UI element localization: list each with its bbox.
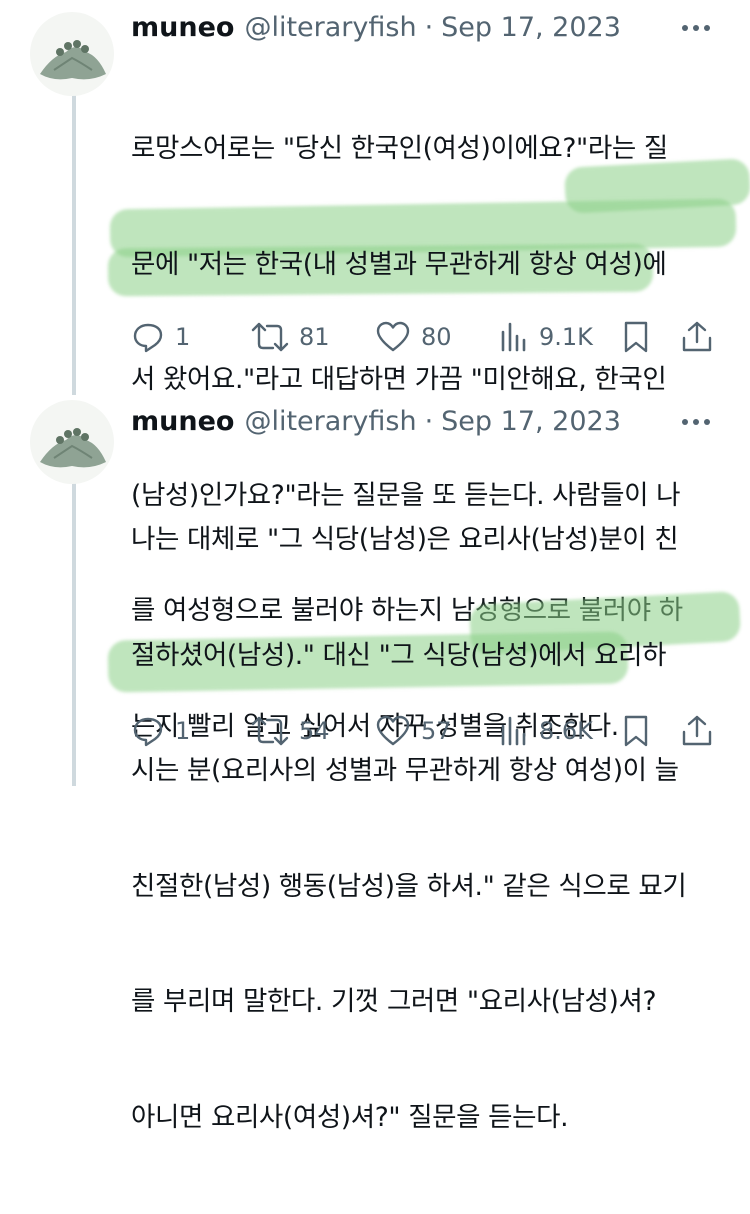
share-button[interactable] (680, 711, 714, 751)
tweet-text-line: 아니면 요리사(여성)셔?" 질문을 듣는다. (131, 1101, 569, 1133)
tweet-text-line: 시는 분(요리사의 성별과 무관하게 항상 여성)이 늘 (131, 755, 679, 786)
view-count: 8.6K (539, 717, 593, 745)
views-icon (501, 322, 526, 352)
tweet-text-line: 절하셨어(남성)." 대신 "그 식당(남성)에서 요리하 (131, 639, 667, 671)
bookmark-button[interactable] (621, 317, 651, 357)
tweet-text-line: 나는 대체로 "그 식당(남성)은 요리사(남성)분이 친 (131, 524, 679, 555)
like-count: 57 (421, 717, 452, 745)
reply-button[interactable]: 1 (131, 711, 190, 751)
tweet-header: muneo @literaryfish · Sep 17, 2023 (131, 7, 621, 47)
more-horizontal-icon (682, 25, 710, 31)
tweet-date[interactable]: Sep 17, 2023 (441, 12, 621, 43)
avatar[interactable] (30, 400, 114, 484)
bookmark-button[interactable] (621, 711, 651, 751)
tweet-text-line: 문에 "저는 한국(내 성별과 무관하게 항상 여성)에 (131, 248, 667, 280)
avatar[interactable] (30, 12, 114, 96)
like-button[interactable]: 80 (375, 317, 452, 357)
tweet-text-line: 서 왔어요."라고 대답하면 가끔 "미안해요, 한국인 (131, 364, 667, 395)
views-button[interactable]: 8.6K (499, 711, 593, 751)
thread-line (72, 480, 76, 786)
author-name[interactable]: muneo (131, 406, 234, 437)
retweet-count: 54 (299, 717, 330, 745)
retweet-button[interactable]: 81 (251, 317, 330, 357)
views-button[interactable]: 9.1K (499, 317, 593, 357)
tweet-header: muneo @literaryfish · Sep 17, 2023 (131, 401, 621, 441)
thread-line (72, 95, 76, 395)
views-icon (501, 716, 526, 746)
author-name[interactable]: muneo (131, 12, 234, 43)
tweet-text-line: 를 부리며 말한다. 기껏 그러면 "요리사(남성)셔? (131, 986, 657, 1017)
tweet-text-line: 친절한(남성) 행동(남성)을 하셔." 같은 식으로 묘기 (131, 870, 687, 902)
view-count: 9.1K (539, 323, 593, 351)
more-options-button[interactable] (676, 402, 716, 442)
tweet-text-line: 로망스어로는 "당신 한국인(여성)이에요?"라는 질 (131, 133, 668, 164)
reply-count: 1 (175, 717, 191, 745)
tweet-text: 나는 대체로 "그 식당(남성)은 요리사(남성)분이 친 절하셨어(남성)."… (131, 444, 731, 1214)
reply-button[interactable]: 1 (131, 317, 190, 357)
reply-count: 1 (175, 323, 191, 351)
author-handle[interactable]: @literaryfish (244, 12, 416, 43)
share-icon (682, 321, 712, 352)
like-button[interactable]: 57 (375, 711, 452, 751)
author-handle[interactable]: @literaryfish (244, 406, 416, 437)
bookmark-icon (624, 715, 648, 747)
share-icon (682, 715, 712, 746)
separator: · (424, 405, 434, 437)
separator: · (424, 11, 434, 43)
tweet-date[interactable]: Sep 17, 2023 (441, 406, 621, 437)
retweet-button[interactable]: 54 (251, 711, 330, 751)
reply-icon (133, 323, 163, 353)
more-horizontal-icon (682, 419, 710, 425)
retweet-icon (251, 716, 289, 746)
bookmark-icon (624, 321, 648, 353)
heart-icon (376, 321, 410, 352)
heart-icon (376, 715, 410, 746)
reply-icon (133, 717, 163, 747)
more-options-button[interactable] (676, 8, 716, 48)
share-button[interactable] (680, 317, 714, 357)
retweet-icon (251, 322, 289, 352)
retweet-count: 81 (299, 323, 330, 351)
like-count: 80 (421, 323, 452, 351)
